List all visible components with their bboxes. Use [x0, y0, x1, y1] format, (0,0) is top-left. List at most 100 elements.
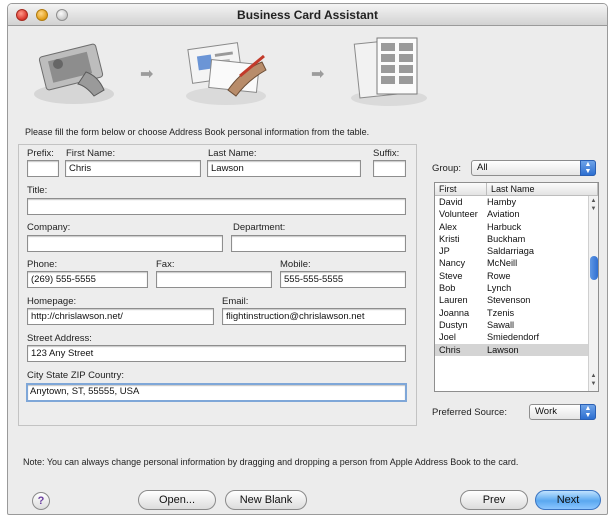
last-name-label: Last Name: — [208, 148, 257, 159]
cell-last: Harbuck — [487, 221, 522, 232]
cell-first: Alex — [439, 221, 457, 232]
cell-first: Steve — [439, 270, 463, 281]
street-address-field[interactable]: 123 Any Street — [27, 345, 406, 362]
cell-first: Kristi — [439, 233, 460, 244]
group-popup-value: All — [477, 162, 488, 173]
table-row[interactable]: Nancy McNeill — [435, 257, 598, 269]
cell-first: David — [439, 197, 463, 207]
cell-first: Dustyn — [439, 319, 468, 330]
suffix-field[interactable] — [373, 160, 406, 177]
cell-last: Saldarriaga — [487, 246, 534, 257]
scroll-thumb[interactable] — [590, 256, 598, 280]
city-state-zip-country-field[interactable]: Anytown, ST, 55555, USA — [26, 383, 407, 402]
preferred-source-value: Work — [535, 406, 557, 417]
suffix-label: Suffix: — [373, 148, 400, 159]
table-row[interactable]: Lauren Stevenson — [435, 294, 598, 306]
cell-first: Joel — [439, 332, 456, 343]
phone-label: Phone: — [27, 259, 58, 270]
department-field[interactable] — [231, 235, 406, 252]
table-row[interactable]: JP Saldarriaga — [435, 245, 598, 257]
contact-form: Prefix: First Name: Chris Last Name: Law… — [18, 144, 417, 426]
up-down-arrows-icon: ▲ ▼ — [580, 160, 596, 176]
fax-field[interactable] — [156, 271, 272, 288]
company-field[interactable] — [27, 235, 223, 252]
cell-last: Lynch — [487, 283, 512, 294]
up-down-arrows-icon: ▲ ▼ — [580, 404, 596, 420]
arrow-right-icon: ➡ — [140, 66, 154, 83]
cell-first: JP — [439, 246, 450, 257]
table-row[interactable]: Joel Smiedendorf — [435, 331, 598, 343]
column-header-last-name[interactable]: Last Name — [487, 183, 598, 195]
company-label: Company: — [27, 222, 71, 233]
cell-last: Hamby — [487, 197, 517, 207]
prev-button[interactable]: Prev — [460, 490, 528, 510]
email-field[interactable]: flightinstruction@chrislawson.net — [222, 308, 406, 325]
arrow-right-icon: ➡ — [311, 66, 325, 83]
homepage-label: Homepage: — [27, 296, 77, 307]
first-name-field[interactable]: Chris — [65, 160, 201, 177]
table-row[interactable]: Alex Harbuck — [435, 221, 598, 233]
new-blank-button[interactable]: New Blank — [225, 490, 307, 510]
table-row[interactable]: Volunteer Aviation — [435, 208, 598, 220]
scroll-up-arrow-icon[interactable]: ▲ — [589, 198, 598, 206]
preferred-source-label: Preferred Source: — [432, 407, 507, 418]
card-sheet-icon — [351, 37, 427, 106]
cell-first: Lauren — [439, 295, 468, 306]
city-state-zip-country-label: City State ZIP Country: — [27, 370, 124, 381]
cell-first: Chris — [439, 344, 461, 355]
card-edit-icon — [186, 42, 267, 105]
cell-last: Stevenson — [487, 295, 531, 306]
next-button[interactable]: Next — [535, 490, 601, 510]
contacts-scrollbar[interactable]: ▲ ▼ ▲ ▼ — [588, 196, 598, 391]
table-row[interactable]: David Hamby — [435, 196, 598, 208]
table-row[interactable]: Joanna Tzenis — [435, 307, 598, 319]
scroll-up-arrow-icon[interactable]: ▲ — [589, 373, 598, 381]
cell-last: Aviation — [487, 209, 520, 220]
prefix-field[interactable] — [27, 160, 59, 177]
cell-last: Rowe — [487, 270, 511, 281]
steps-banner: ➡ ➡ — [8, 26, 607, 118]
title-label: Title: — [27, 185, 48, 196]
cell-first: Joanna — [439, 307, 470, 318]
cell-first: Nancy — [439, 258, 466, 269]
last-name-field[interactable]: Lawson — [207, 160, 361, 177]
contacts-table[interactable]: First Last Name David Hamby Volunteer Avia… — [434, 182, 599, 392]
open-button[interactable]: Open... — [138, 490, 216, 510]
group-label: Group: — [432, 163, 462, 174]
scroll-down-arrow-icon[interactable]: ▼ — [589, 381, 598, 389]
cell-last: McNeill — [487, 258, 518, 269]
mobile-field[interactable]: 555-555-5555 — [280, 271, 406, 288]
street-address-label: Street Address: — [27, 333, 92, 344]
instruction-text: Please fill the form below or choose Add… — [25, 127, 370, 137]
title-field[interactable] — [27, 198, 406, 215]
prefix-label: Prefix: — [27, 148, 54, 159]
department-label: Department: — [233, 222, 286, 233]
business-card-assistant-window: Business Card Assistant ➡ ➡ Please fill … — [7, 3, 608, 515]
cell-last: Smiedendorf — [487, 332, 540, 343]
title-bar[interactable]: Business Card Assistant — [8, 4, 607, 26]
fax-label: Fax: — [156, 259, 175, 270]
table-row[interactable]: Kristi Buckham — [435, 233, 598, 245]
email-label: Email: — [222, 296, 249, 307]
group-popup[interactable]: All ▲ ▼ — [471, 160, 596, 176]
scroll-down-arrow-icon[interactable]: ▼ — [589, 206, 598, 214]
card-scan-icon — [34, 43, 114, 104]
cell-last: Lawson — [487, 344, 519, 355]
cell-last: Buckham — [487, 233, 526, 244]
contacts-table-body: David Hamby Volunteer Aviation Alex Harbuck… — [435, 196, 598, 356]
contacts-table-header: First Last Name — [435, 183, 598, 196]
cell-first: Bob — [439, 283, 456, 294]
table-row[interactable]: Dustyn Sawall — [435, 319, 598, 331]
cell-first: Volunteer — [439, 209, 478, 220]
mobile-label: Mobile: — [280, 259, 311, 270]
homepage-field[interactable]: http://chrislawson.net/ — [27, 308, 214, 325]
preferred-source-popup[interactable]: Work ▲ ▼ — [529, 404, 596, 420]
first-name-label: First Name: — [66, 148, 116, 159]
cell-last: Tzenis — [487, 307, 515, 318]
help-button[interactable]: ? — [32, 492, 50, 510]
phone-field[interactable]: (269) 555-5555 — [27, 271, 148, 288]
table-row-selected[interactable]: Chris Lawson — [435, 343, 598, 356]
table-row[interactable]: Steve Rowe — [435, 270, 598, 282]
column-header-first[interactable]: First — [435, 183, 487, 195]
table-row[interactable]: Bob Lynch — [435, 282, 598, 294]
